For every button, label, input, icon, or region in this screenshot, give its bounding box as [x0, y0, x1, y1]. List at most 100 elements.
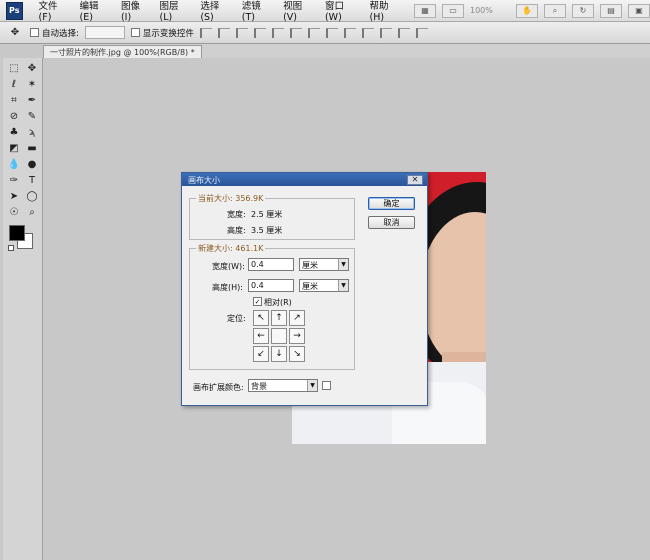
- relative-checkbox[interactable]: ✓: [253, 297, 262, 306]
- height-unit-select[interactable]: 厘米 ▼: [299, 279, 349, 292]
- show-transform-option[interactable]: 显示变换控件: [130, 27, 194, 39]
- menu-edit[interactable]: 编辑(E): [74, 0, 115, 23]
- cancel-button[interactable]: 取消: [368, 216, 415, 229]
- new-width-value: 0.4: [251, 260, 264, 269]
- magic-wand-icon[interactable]: ✶: [23, 76, 41, 92]
- current-height-label: 高度:: [227, 226, 246, 235]
- distribute-right-icon[interactable]: [397, 27, 410, 38]
- new-size-legend: 新建大小: 461.1K: [196, 243, 266, 254]
- distribute-top-icon[interactable]: [307, 27, 320, 38]
- distribute-vcenter-icon[interactable]: [325, 27, 338, 38]
- close-icon[interactable]: ✕: [407, 174, 423, 185]
- menu-image[interactable]: 图像(I): [115, 0, 154, 23]
- photoshop-logo: Ps: [6, 1, 23, 20]
- anchor-top[interactable]: ↑: [271, 310, 287, 326]
- anchor-label: 定位:: [227, 314, 246, 323]
- current-size-legend: 当前大小: 356.9K: [196, 193, 266, 204]
- align-hcenter-icon[interactable]: [271, 27, 284, 38]
- document-tab-row: 一寸照片的制作.jpg @ 100%(RGB/8) *: [43, 44, 650, 58]
- eyedropper-icon[interactable]: ✒: [23, 92, 41, 108]
- distribute-hcenter-icon[interactable]: [379, 27, 392, 38]
- marquee-icon[interactable]: ⬚: [5, 60, 23, 76]
- anchor-bottom-right[interactable]: ↘: [289, 346, 305, 362]
- chevron-down-icon: ▼: [338, 259, 348, 270]
- foreground-color-swatch[interactable]: [9, 225, 25, 241]
- arrange-icon[interactable]: ▤: [599, 3, 622, 18]
- hand-icon[interactable]: ✋: [515, 3, 538, 18]
- anchor-bottom-left[interactable]: ↙: [253, 346, 269, 362]
- workspace-icon[interactable]: ▣: [627, 3, 650, 18]
- menu-select[interactable]: 选择(S): [194, 0, 235, 23]
- lasso-icon[interactable]: ℓ: [5, 76, 23, 92]
- ext-color-label: 画布扩展颜色:: [193, 383, 244, 392]
- shape-icon[interactable]: ◯: [23, 188, 41, 204]
- anchor-bottom[interactable]: ↓: [271, 346, 287, 362]
- show-transform-label: 显示变换控件: [142, 28, 194, 39]
- menu-file[interactable]: 文件(F): [33, 0, 74, 23]
- menu-filter[interactable]: 滤镜(T): [236, 0, 277, 23]
- eraser-icon[interactable]: ◩: [5, 140, 23, 156]
- new-height-label: 高度(H):: [212, 283, 243, 292]
- ok-button[interactable]: 确定: [368, 197, 415, 210]
- ext-color-value: 背景: [251, 382, 267, 391]
- align-left-icon[interactable]: [253, 27, 266, 38]
- bridge-icon[interactable]: ▦: [413, 3, 436, 18]
- current-width-value: 2.5 厘米: [251, 210, 283, 219]
- align-top-icon[interactable]: [199, 27, 212, 38]
- zoom-icon[interactable]: ⌕: [543, 3, 566, 18]
- menu-window[interactable]: 窗口(W): [319, 0, 364, 23]
- auto-select-label: 自动选择:: [42, 28, 79, 39]
- brush-icon[interactable]: ✎: [23, 108, 41, 124]
- align-vcenter-icon[interactable]: [217, 27, 230, 38]
- ext-color-select[interactable]: 背景 ▼: [248, 379, 318, 392]
- auto-select-dropdown[interactable]: [84, 26, 125, 39]
- move-tool-icon[interactable]: ✥: [6, 25, 24, 41]
- menu-help[interactable]: 帮助(H): [364, 0, 406, 23]
- move-icon[interactable]: ✥: [23, 60, 41, 76]
- distribute-left-icon[interactable]: [361, 27, 374, 38]
- type-icon[interactable]: T: [23, 172, 41, 188]
- height-unit-value: 厘米: [302, 282, 318, 291]
- align-right-icon[interactable]: [289, 27, 302, 38]
- menu-bar: Ps 文件(F) 编辑(E) 图像(I) 图层(L) 选择(S) 滤镜(T) 视…: [0, 0, 650, 23]
- blur-icon[interactable]: 💧: [5, 156, 23, 172]
- new-height-input[interactable]: 0.4: [248, 279, 294, 292]
- menu-right-tools: ▦ ▭ 100% ✋ ⌕ ↻ ▤ ▣: [413, 3, 650, 18]
- options-bar: ✥ 自动选择: 显示变换控件: [0, 22, 650, 44]
- anchor-top-right[interactable]: ↗: [289, 310, 305, 326]
- distribute-bottom-icon[interactable]: [343, 27, 356, 38]
- anchor-left[interactable]: ←: [253, 328, 269, 344]
- gradient-icon[interactable]: ▬: [23, 140, 41, 156]
- anchor-right[interactable]: →: [289, 328, 305, 344]
- path-select-icon[interactable]: ➤: [5, 188, 23, 204]
- document-tab[interactable]: 一寸照片的制作.jpg @ 100%(RGB/8) *: [43, 45, 202, 58]
- clone-stamp-icon[interactable]: ♣: [5, 124, 23, 140]
- history-brush-icon[interactable]: ϡ: [23, 124, 41, 140]
- screen-mode-icon[interactable]: ▭: [441, 3, 464, 18]
- default-colors-icon[interactable]: [8, 245, 14, 251]
- menu-layer[interactable]: 图层(L): [154, 0, 195, 23]
- auto-select-option[interactable]: 自动选择:: [30, 27, 79, 39]
- healing-brush-icon[interactable]: ⊘: [5, 108, 23, 124]
- auto-align-icon[interactable]: [415, 27, 428, 38]
- zoom-tool-icon[interactable]: ⌕: [23, 204, 41, 220]
- anchor-center[interactable]: [271, 328, 287, 344]
- new-width-input[interactable]: 0.4: [248, 258, 294, 271]
- crop-icon[interactable]: ⌗: [5, 92, 23, 108]
- rotate-icon[interactable]: ↻: [571, 3, 594, 18]
- anchor-top-left[interactable]: ↖: [253, 310, 269, 326]
- ext-color-swatch[interactable]: [322, 381, 331, 390]
- show-transform-checkbox[interactable]: [130, 28, 140, 37]
- zoom-level[interactable]: 100%: [470, 6, 510, 15]
- auto-select-checkbox[interactable]: [30, 28, 39, 37]
- chevron-down-icon: ▼: [338, 280, 348, 291]
- width-unit-select[interactable]: 厘米 ▼: [299, 258, 349, 271]
- chevron-down-icon: ▼: [307, 380, 317, 391]
- rotate-view-icon[interactable]: ☉: [5, 204, 23, 220]
- dodge-icon[interactable]: ●: [23, 156, 41, 172]
- relative-label[interactable]: 相对(R): [264, 297, 292, 308]
- menu-view[interactable]: 视图(V): [277, 0, 319, 23]
- dialog-titlebar[interactable]: 画布大小 ✕: [182, 173, 427, 186]
- align-bottom-icon[interactable]: [235, 27, 248, 38]
- pen-icon[interactable]: ✑: [5, 172, 23, 188]
